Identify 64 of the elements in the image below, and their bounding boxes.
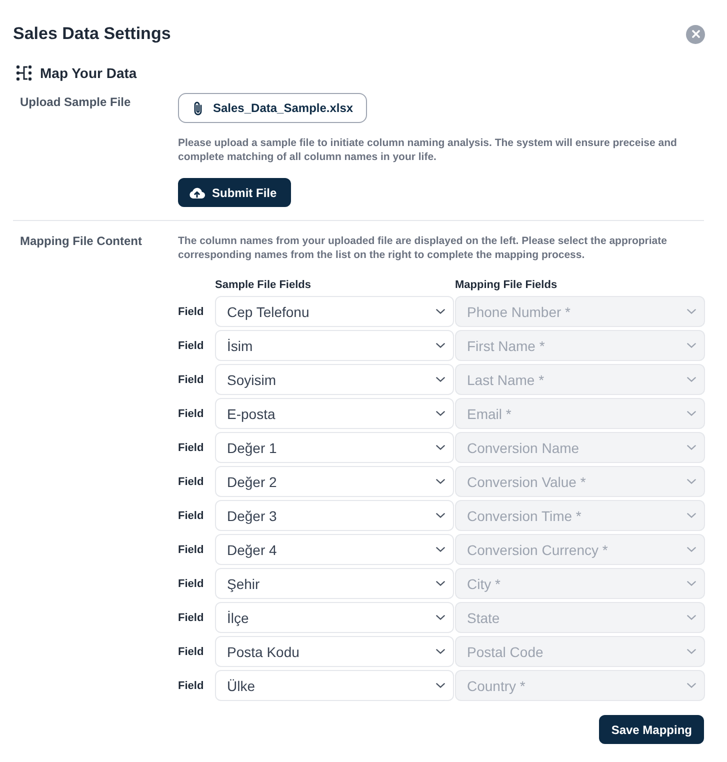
chevron-down-icon — [687, 411, 696, 416]
save-mapping-button[interactable]: Save Mapping — [599, 715, 704, 744]
field-label: Field — [178, 476, 205, 488]
chevron-down-icon — [436, 309, 445, 314]
field-label: Field — [178, 612, 205, 624]
field-label: Field — [178, 306, 205, 318]
chevron-down-icon — [687, 309, 696, 314]
chevron-down-icon — [436, 683, 445, 688]
mapping-tree-icon — [16, 65, 32, 81]
close-button[interactable] — [686, 24, 705, 44]
chevron-down-icon — [687, 615, 696, 620]
column-header: Sample File Fields — [215, 279, 312, 293]
sample-field-select[interactable]: Soyisim — [215, 364, 454, 395]
file-chip[interactable]: Sales_Data_Sample.xlsx — [178, 93, 368, 123]
chevron-down-icon — [687, 479, 696, 484]
field-label: Field — [178, 374, 205, 386]
chevron-down-icon — [436, 547, 445, 552]
sample-field-select[interactable]: Ülke — [215, 670, 454, 701]
field-label: Field — [178, 510, 205, 522]
chevron-down-icon — [436, 377, 445, 382]
chevron-down-icon — [436, 479, 445, 484]
sample-field-select[interactable]: İsim — [215, 330, 454, 361]
chevron-down-icon — [436, 649, 445, 654]
chevron-down-icon — [687, 581, 696, 586]
chevron-down-icon — [436, 343, 445, 348]
field-label: Field — [178, 646, 205, 658]
chevron-down-icon — [687, 547, 696, 552]
upload-label: Upload Sample File — [20, 95, 132, 109]
chevron-down-icon — [436, 615, 445, 620]
upload-description: Please upload a sample file to initiate column naming analysis. The system will ensure preceise and complete matching of all column names in your life. — [178, 136, 678, 164]
sample-field-select[interactable]: İlçe — [215, 602, 454, 633]
sample-field-select[interactable]: Posta Kodu — [215, 636, 454, 667]
sample-field-select[interactable]: Değer 4 — [215, 534, 454, 565]
mapping-label: Mapping File Content — [20, 234, 143, 248]
sample-field-select[interactable]: Değer 1 — [215, 432, 454, 463]
chevron-down-icon — [687, 343, 696, 348]
sample-field-select[interactable]: Cep Telefonu — [215, 296, 454, 327]
field-label: Field — [178, 578, 205, 590]
field-label: Field — [178, 442, 205, 454]
column-header: Mapping File Fields — [455, 279, 558, 293]
field-label: Field — [178, 544, 205, 556]
chevron-down-icon — [436, 445, 445, 450]
sample-field-select[interactable]: E-posta — [215, 398, 454, 429]
cloud-upload-icon — [189, 186, 205, 198]
chevron-down-icon — [687, 445, 696, 450]
mapping-description: The column names from your uploaded file are displayed on the left. Please select the appropriate corresponding names from the list on the right to complete the mapping process. — [178, 234, 668, 262]
submit-file-button[interactable]: Submit File — [178, 178, 291, 207]
field-label: Field — [178, 680, 205, 692]
chevron-down-icon — [687, 649, 696, 654]
paperclip-icon — [193, 100, 203, 116]
chevron-down-icon — [436, 411, 445, 416]
sample-field-select[interactable]: Değer 2 — [215, 466, 454, 497]
section-title: Map Your Data — [40, 65, 137, 81]
sample-field-select[interactable]: Değer 3 — [215, 500, 454, 531]
field-label: Field — [178, 340, 205, 352]
close-icon — [692, 30, 700, 38]
chevron-down-icon — [687, 683, 696, 688]
sample-field-select[interactable]: Şehir — [215, 568, 454, 599]
dialog-title: Sales Data Settings — [13, 24, 171, 44]
chevron-down-icon — [436, 581, 445, 586]
chevron-down-icon — [687, 513, 696, 518]
chevron-down-icon — [687, 377, 696, 382]
chevron-down-icon — [436, 513, 445, 518]
field-label: Field — [178, 408, 205, 420]
